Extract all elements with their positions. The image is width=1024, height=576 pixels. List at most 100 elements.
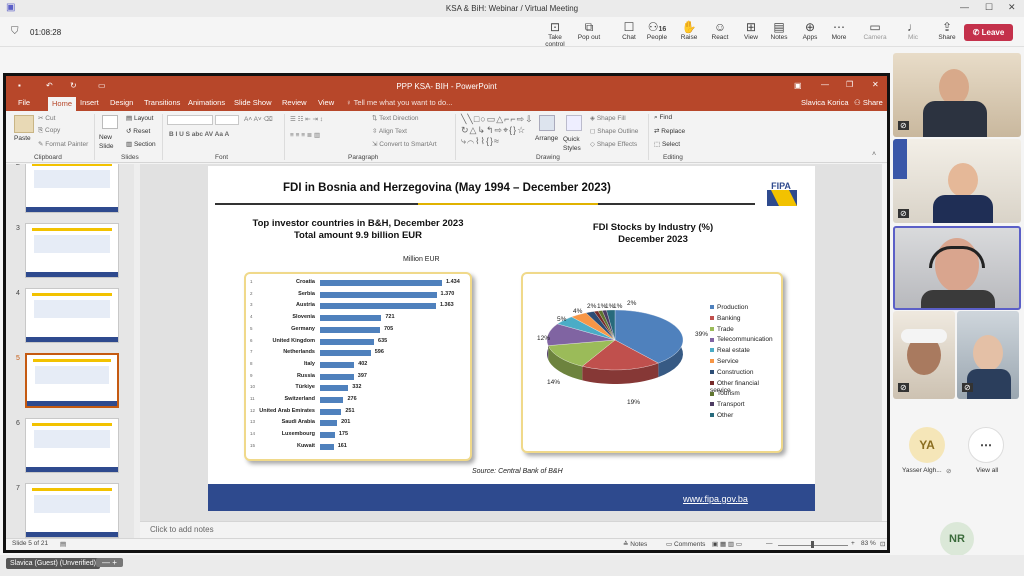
font-grow-icon[interactable]: A˄ A˅ ⌫	[244, 115, 273, 123]
ppt-restore-icon[interactable]: ❐	[846, 80, 853, 89]
pop-out-button[interactable]: ⧉ Pop out	[572, 20, 606, 41]
slides-group-label: Slides	[121, 154, 139, 161]
bar-row: 1 Croatia 1.434	[246, 278, 476, 289]
more-button[interactable]: ⋯ More	[822, 20, 856, 41]
spellcheck-icon[interactable]: ▤	[60, 540, 66, 548]
convert-smartart-button[interactable]: ⇲ Convert to SmartArt	[372, 140, 437, 148]
participant-tile-5[interactable]: ⊘	[957, 311, 1019, 399]
cut-button[interactable]: ✂ Cut	[38, 114, 55, 122]
format-painter-button[interactable]: ✎ Format Painter	[38, 140, 88, 148]
share-button[interactable]: ⇪ Share	[930, 20, 964, 41]
slide-thumbnail-7[interactable]	[25, 483, 119, 538]
raise-button[interactable]: ✋ Raise	[672, 20, 706, 41]
font-format-buttons[interactable]: B I U S abc AV Aa A	[169, 131, 229, 138]
tell-me-input[interactable]: ♀ Tell me what you want to do...	[346, 98, 452, 107]
tab-transitions[interactable]: Transitions	[144, 98, 180, 107]
notes-button[interactable]: ▤ Notes	[762, 20, 796, 41]
list-buttons[interactable]: ☰ ☷ ⇤ ⇥ ↕	[290, 115, 323, 123]
fit-slide-icon[interactable]: ⊡	[880, 540, 885, 548]
comments-toggle[interactable]: ▭ Comments	[666, 540, 705, 548]
zoom-in-icon[interactable]: +	[851, 540, 855, 547]
replace-button[interactable]: ⇄ Replace	[654, 127, 685, 135]
tab-insert[interactable]: Insert	[80, 98, 99, 107]
mic-button[interactable]: ♩ Mic	[896, 20, 930, 41]
view-all-button[interactable]: ⋯	[968, 427, 1004, 463]
align-text-button[interactable]: ⇳ Align Text	[372, 127, 407, 135]
react-button[interactable]: ☺ React	[703, 20, 737, 41]
quick-styles-icon[interactable]	[566, 115, 582, 131]
shape-fill-button[interactable]: ◈ Shape Fill	[590, 114, 626, 122]
collapse-ribbon-icon[interactable]: ˄	[872, 151, 876, 158]
camera-button[interactable]: ▭ Camera	[858, 20, 892, 41]
arrange-button[interactable]: Arrange	[535, 135, 558, 142]
section-button[interactable]: ▥ Section	[126, 140, 156, 148]
shape-effects-button[interactable]: ◇ Shape Effects	[590, 140, 637, 148]
align-buttons[interactable]: ≡ ≡ ≡ ≣ ▥	[290, 131, 320, 139]
bar-row: 4 Slovenia 721	[246, 313, 476, 324]
ppt-share-button[interactable]: ⚇ Share	[854, 98, 883, 107]
tool-label: Camera	[863, 34, 887, 41]
slide-thumbnail-4[interactable]	[25, 288, 119, 343]
find-button[interactable]: ⌕ Find	[654, 114, 672, 122]
bar-rank: 1	[250, 279, 253, 284]
leave-button[interactable]: ✆ Leave	[964, 24, 1013, 41]
tab-slide-show[interactable]: Slide Show	[234, 98, 272, 107]
layout-button[interactable]: ▤ Layout	[126, 114, 153, 122]
participant-tile-4[interactable]: ⊘	[893, 311, 955, 399]
reset-button[interactable]: ↺ Reset	[126, 127, 150, 135]
tab-home[interactable]: Home	[48, 97, 77, 111]
zoom-controls[interactable]: — +	[96, 558, 123, 567]
close-icon[interactable]: ✕	[1008, 2, 1016, 13]
tool-label: Raise	[680, 34, 698, 41]
people-button[interactable]: ⚇16 People	[640, 20, 674, 41]
shape-outline-button[interactable]: ◻ Shape Outline	[590, 127, 638, 135]
copy-button[interactable]: ⎘ Copy	[38, 127, 60, 135]
participant-face	[948, 163, 978, 197]
notes-toggle[interactable]: ≙ Notes	[623, 540, 647, 548]
tab-animations[interactable]: Animations	[188, 98, 225, 107]
zoom-out-icon[interactable]: —	[766, 540, 773, 547]
bar-value-label: 251	[345, 407, 355, 414]
source-note: Source: Central Bank of B&H	[472, 468, 563, 475]
tab-file[interactable]: File	[18, 98, 30, 107]
mic-off-icon: ⊘	[946, 468, 952, 475]
ppt-close-icon[interactable]: ✕	[872, 80, 879, 89]
yasser-avatar[interactable]: YA	[909, 427, 945, 463]
view-buttons[interactable]: ▣ ▦ ▥ ▭	[712, 540, 742, 548]
new-slide-icon[interactable]	[102, 115, 118, 129]
tab-view[interactable]: View	[318, 98, 334, 107]
tab-review[interactable]: Review	[282, 98, 307, 107]
participant-tile-3-speaking[interactable]	[893, 226, 1021, 310]
paste-icon[interactable]	[14, 115, 34, 133]
arrange-icon[interactable]	[539, 115, 555, 131]
tab-design[interactable]: Design	[110, 98, 133, 107]
notes-pane[interactable]: Click to add notes	[140, 521, 887, 538]
maximize-icon[interactable]: ☐	[985, 2, 993, 13]
select-button[interactable]: ⬚ Select	[654, 140, 680, 148]
minimize-icon[interactable]: —	[960, 2, 969, 12]
take-control-button[interactable]: ⊡ Take control	[538, 20, 572, 48]
paragraph-group-label: Paragraph	[348, 154, 379, 161]
ribbon-display-icon[interactable]: ▣	[794, 81, 802, 90]
footer-url: www.fipa.gov.ba	[683, 494, 748, 504]
slide-thumbnail-2[interactable]	[25, 164, 119, 213]
slide-thumbnail-6[interactable]	[25, 418, 119, 473]
slide-thumbnail-5[interactable]	[25, 353, 119, 408]
zoom-thumb[interactable]	[811, 541, 814, 548]
legend-item: Production	[710, 304, 748, 311]
shapes-gallery[interactable]: ╲╲□○▭△⌐⌐⇨⇩ ↻△↳↰⇨⌖{}☆ ⤷⌒⌇⌇{}≈	[461, 114, 533, 147]
nr-avatar[interactable]: NR	[940, 522, 974, 556]
legend-swatch	[710, 413, 714, 418]
font-name-input[interactable]	[167, 115, 213, 125]
slide-title: FDI in Bosnia and Herzegovina (May 1994 …	[283, 182, 611, 194]
paste-button[interactable]: Paste	[14, 135, 31, 142]
quick-styles-button[interactable]: Quick Styles	[563, 135, 585, 153]
text-direction-button[interactable]: ⇅ Text Direction	[372, 114, 419, 122]
participant-tile-2[interactable]: ⊘	[893, 139, 1021, 223]
zoom-level[interactable]: 83 %	[861, 540, 876, 547]
new-slide-button[interactable]: New Slide	[99, 133, 121, 151]
participant-tile-1[interactable]: ⊘	[893, 53, 1021, 137]
font-size-input[interactable]	[215, 115, 239, 125]
slide-thumbnail-3[interactable]	[25, 223, 119, 278]
ppt-minimize-icon[interactable]: —	[821, 80, 829, 89]
